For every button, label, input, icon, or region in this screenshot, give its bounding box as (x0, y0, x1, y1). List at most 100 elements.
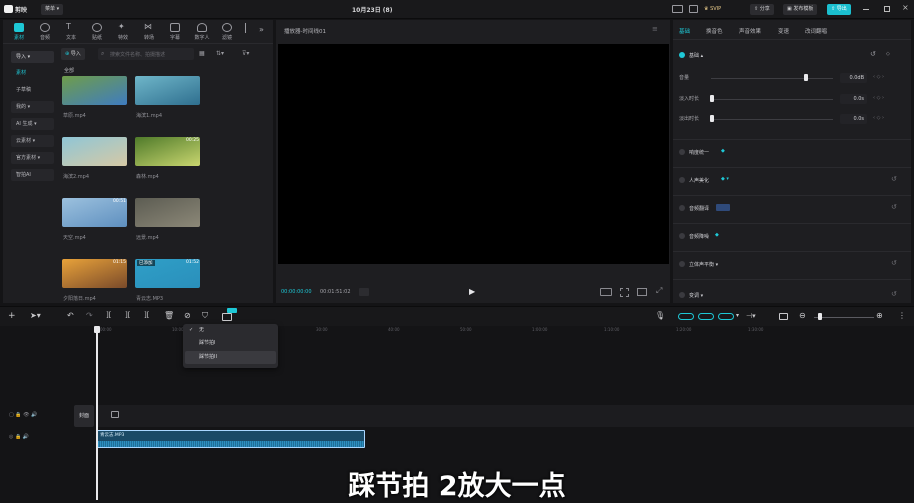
fadeout-slider[interactable] (711, 119, 833, 120)
screen-icon[interactable] (779, 313, 788, 320)
clip-thumbnail[interactable] (135, 198, 200, 227)
audio-track-controls[interactable]: ◎ 🔒 🔊 (9, 434, 29, 440)
search-box[interactable]: ⌕ 搜索文件名称、拍摄描述 (98, 48, 194, 60)
fadeout-stepper-icon[interactable]: ‹ ◇ › (873, 115, 884, 121)
stereo-balance-checkbox[interactable] (679, 261, 685, 267)
media-clip[interactable]: 远景.mp4 (135, 198, 201, 248)
timeline-area[interactable]: 00:0010:0020:0030:0040:0050:001:00:001:1… (0, 324, 914, 502)
section-pitch[interactable]: 变调 ▾ ↺ (673, 289, 911, 303)
playhead-handle[interactable] (94, 326, 100, 333)
add-track-icon[interactable]: + (8, 311, 16, 321)
zoom-slider[interactable] (814, 317, 874, 318)
sidebar-item-subdraft[interactable]: 子草稿 (11, 84, 54, 96)
timecode-toggle[interactable] (359, 288, 369, 296)
media-clip[interactable]: 00:51 天空.mp4 (62, 198, 128, 248)
media-clip[interactable]: 海滨2.mp4 (62, 137, 128, 187)
share-button[interactable]: ⇪ 分享 (750, 4, 774, 15)
fadeout-slider-knob[interactable] (710, 115, 714, 122)
section-voice-beautify[interactable]: 人声美化 ◆ ▾ ↺ (673, 174, 911, 196)
zoom-in-icon[interactable]: ⊕ (876, 311, 883, 320)
fadein-value[interactable]: 0.0s (840, 94, 867, 104)
sidebar-item-smart-ai[interactable]: 智拍AI (11, 169, 54, 181)
section-noise-reduction[interactable]: 音频降噪 ◆ (673, 230, 911, 252)
fadein-stepper-icon[interactable]: ‹ ◇ › (873, 95, 884, 101)
minimize-icon[interactable] (863, 9, 869, 10)
layout-icon[interactable] (672, 5, 683, 13)
cover-button[interactable]: 封面 (74, 405, 94, 427)
clip-thumbnail[interactable] (62, 137, 127, 166)
sidebar-item-material[interactable]: 素材 (11, 67, 54, 79)
loudness-checkbox[interactable] (679, 149, 685, 155)
tool-tab-filter[interactable]: 滤镜 (217, 22, 237, 42)
tool-tab-caption[interactable]: 字幕 (165, 22, 185, 42)
volume-value[interactable]: 0.0dB (840, 73, 867, 83)
tool-tab-avatar[interactable]: 数字人 (190, 22, 214, 42)
fadeout-value[interactable]: 0.0s (840, 114, 867, 124)
reset-icon[interactable]: ↺ (891, 175, 897, 183)
zoom-slider-knob[interactable] (818, 313, 822, 320)
volume-slider-knob[interactable] (804, 74, 809, 81)
volume-stepper-icon[interactable]: ‹ ◇ › (873, 74, 884, 80)
filter-funnel-icon[interactable]: ⊽▾ (242, 50, 249, 57)
sidebar-item-import[interactable]: 导入 ▾ (11, 51, 54, 63)
audio-translate-checkbox[interactable] (679, 205, 685, 211)
media-clip[interactable]: 海滨1.mp4 (135, 76, 201, 126)
section-audio-translate[interactable]: 音频翻译 ↺ (673, 202, 911, 224)
menu-button[interactable]: 菜单 ▾ (41, 4, 64, 15)
close-icon[interactable]: × (902, 3, 909, 12)
more-options-icon[interactable]: ⋮ (898, 311, 906, 320)
media-clip[interactable]: 01:52 已添加 青云志.MP3 (135, 259, 201, 309)
link-dropdown-icon[interactable]: ▾ (736, 312, 739, 319)
tab-voice-change[interactable]: 换音色 (706, 27, 723, 35)
sidebar-item-official[interactable]: 官方素材 ▾ (11, 152, 54, 164)
tool-tab-transition[interactable]: ⋈ 转场 (139, 22, 159, 42)
tool-tab-audio[interactable]: 音频 (35, 22, 55, 42)
sidebar-item-ai-generate[interactable]: AI 生成 ▾ (11, 118, 54, 130)
basic-enabled-checkbox[interactable] (679, 52, 685, 58)
main-track-magnet-icon[interactable] (678, 313, 694, 320)
voice-beautify-checkbox[interactable] (679, 177, 685, 183)
video-canvas[interactable] (278, 44, 669, 264)
import-button[interactable]: ⊕ 导入 (61, 48, 85, 60)
sort-icon[interactable]: ⇅▾ (216, 50, 224, 57)
preview-axis-icon[interactable]: ⊣▾ (746, 312, 756, 320)
delete-icon[interactable]: 🗑 (164, 311, 174, 320)
audio-clip[interactable]: 青云志.MP3 (97, 430, 365, 448)
player-menu-icon[interactable]: ≡ (652, 25, 658, 33)
tool-tab-effects[interactable]: ✦ 特效 (113, 22, 133, 42)
sidebar-item-mine[interactable]: 我的 ▾ (11, 101, 54, 113)
reset-icon[interactable]: ↺ (891, 259, 897, 267)
quality-icon[interactable] (600, 288, 612, 296)
fullscreen-icon[interactable]: ⤢ (656, 286, 662, 296)
split-icon[interactable]: ][ (106, 311, 111, 319)
maximize-icon[interactable] (884, 6, 890, 12)
split-right-icon[interactable]: ][ (144, 311, 149, 319)
freeze-icon[interactable]: ⊘ (184, 311, 191, 320)
undo-icon[interactable]: ↶ (67, 311, 74, 320)
microphone-icon[interactable]: 🎙 (655, 311, 665, 320)
keyframe-diamond-icon[interactable]: ◇ (886, 51, 890, 57)
beat-option-1[interactable]: 踩节拍I (183, 337, 278, 350)
media-clip[interactable]: 01:15 夕阳落日.mp4 (62, 259, 128, 309)
play-icon[interactable]: ▶ (469, 287, 475, 296)
fadein-slider[interactable] (711, 99, 833, 100)
settings-icon[interactable] (689, 5, 698, 13)
reset-icon[interactable]: ↺ (891, 203, 897, 211)
track-lock-icon[interactable]: ▢ 🔒 👁 🔊 (9, 412, 37, 418)
linkage-icon[interactable] (718, 313, 734, 320)
main-video-track[interactable] (97, 405, 914, 427)
shield-icon[interactable]: ⛉ (202, 311, 208, 321)
select-cursor-icon[interactable]: ➤▾ (30, 311, 41, 320)
tab-basic[interactable]: 基础 (679, 27, 690, 35)
beat-option-2[interactable]: 踩节拍II (185, 351, 276, 364)
auto-snap-icon[interactable] (698, 313, 714, 320)
tab-sound-effects[interactable]: 声音效果 (739, 27, 761, 35)
tool-tab-media[interactable]: 素材 (9, 22, 29, 42)
pitch-checkbox[interactable] (679, 292, 685, 298)
tab-rewrite[interactable]: 改词翻唱 (805, 27, 827, 35)
grid-view-icon[interactable]: ▦ (199, 50, 205, 57)
sidebar-item-cloud[interactable]: 云素材 ▾ (11, 135, 54, 147)
reset-icon[interactable]: ↺ (891, 290, 897, 298)
noise-reduction-checkbox[interactable] (679, 233, 685, 239)
crop-icon[interactable] (620, 288, 629, 297)
